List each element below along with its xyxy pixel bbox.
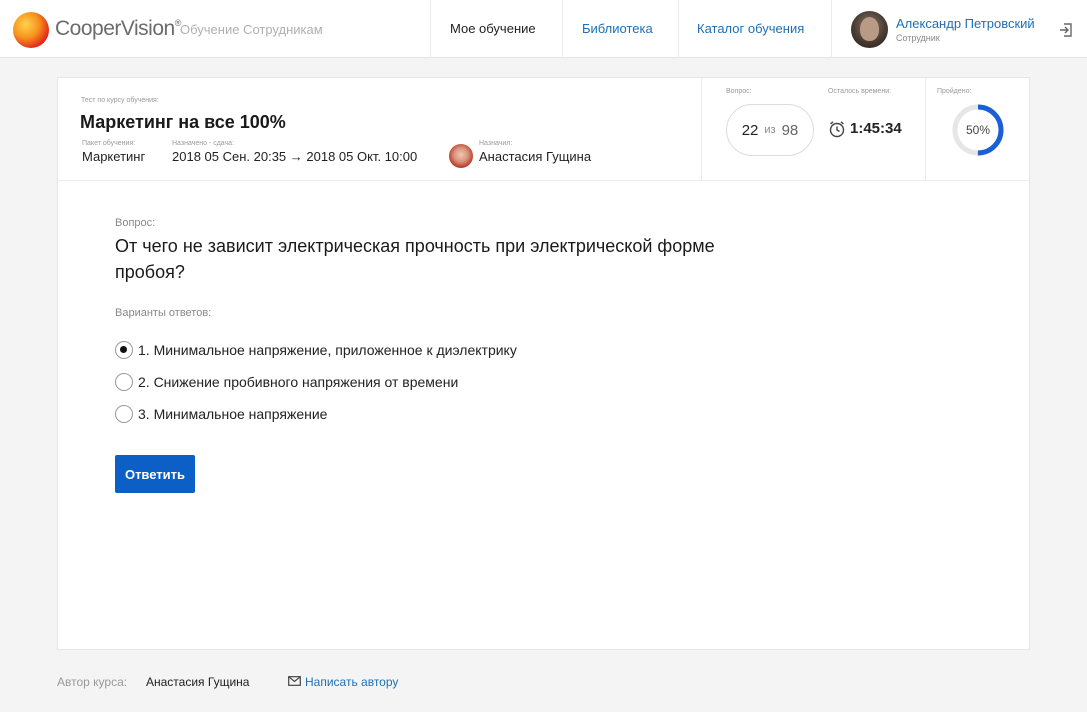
package-caption: Пакет обучения:: [82, 140, 136, 147]
logo-text[interactable]: CooperVision®: [55, 17, 181, 41]
answer-option-2[interactable]: 2. Снижение пробивного напряжения от вре…: [115, 373, 458, 391]
nav-divider: [831, 0, 832, 58]
test-summary: Тест по курсу обучения: Маркетинг на все…: [58, 78, 1029, 181]
answer-option-3[interactable]: 3. Минимальное напряжение: [115, 405, 327, 423]
nav-catalog[interactable]: Каталог обучения: [697, 21, 804, 36]
question-counter: 22 из 98: [726, 104, 814, 156]
nav-divider: [562, 0, 563, 58]
time-caption: Осталось времени:: [828, 88, 892, 95]
assigner-avatar: [449, 144, 473, 168]
question-counter-caption: Вопрос:: [726, 88, 752, 95]
write-author-link[interactable]: Написать автору: [305, 675, 398, 689]
user-role: Сотрудник: [896, 33, 940, 43]
author-caption: Автор курса:: [57, 675, 128, 689]
course-caption: Тест по курсу обучения:: [81, 97, 159, 104]
question-of: из: [764, 124, 776, 136]
clock-icon: [829, 121, 845, 138]
dates-caption: Назначено - сдача:: [172, 140, 235, 147]
course-title: Маркетинг на все 100%: [80, 112, 286, 132]
nav-divider: [430, 0, 431, 58]
assigner-caption: Назначил:: [479, 140, 513, 147]
question-text: От чего не зависит электрическая прочнос…: [115, 236, 715, 282]
question-current: 22: [741, 121, 759, 139]
answer-option-1[interactable]: 1. Минимальное напряжение, приложенное к…: [115, 341, 517, 359]
user-name[interactable]: Александр Петровский: [896, 16, 1035, 31]
nav-divider: [678, 0, 679, 58]
passed-caption: Пройдено:: [937, 88, 972, 95]
author-name: Анастасия Гущина: [146, 675, 250, 689]
brand-subtitle: Обучение Сотрудникам: [180, 22, 323, 37]
test-card: Тест по курсу обучения: Маркетинг на все…: [57, 77, 1030, 650]
assigner-name: Анастасия Гущина: [479, 149, 592, 164]
nav-library[interactable]: Библиотека: [582, 21, 653, 36]
radio-button[interactable]: [115, 341, 133, 359]
answer-label: 3. Минимальное напряжение: [138, 406, 328, 422]
logout-icon[interactable]: [1058, 22, 1074, 38]
progress-percent: 50%: [965, 123, 991, 137]
stats-divider: [701, 78, 702, 180]
answer-label: 2. Снижение пробивного напряжения от вре…: [138, 374, 459, 390]
coopervision-logo-icon[interactable]: [13, 12, 49, 48]
radio-button[interactable]: [115, 405, 133, 423]
mail-icon[interactable]: [288, 676, 301, 686]
radio-button[interactable]: [115, 373, 133, 391]
top-header: CooperVision® Обучение Сотрудникам Мое о…: [0, 0, 1087, 58]
time-left: 1:45:34: [850, 120, 902, 137]
dates-value: 2018 05 Сен. 20:35 → 2018 05 Окт. 10:00: [172, 149, 418, 164]
stats-divider: [925, 78, 926, 180]
nav-my-learning[interactable]: Мое обучение: [450, 21, 536, 36]
answer-label: 1. Минимальное напряжение, приложенное к…: [138, 342, 517, 358]
answers-caption: Варианты ответов:: [115, 307, 212, 319]
question-caption: Вопрос:: [115, 217, 156, 229]
user-avatar[interactable]: [851, 11, 888, 48]
package-value: Маркетинг: [82, 149, 146, 164]
submit-answer-button[interactable]: Ответить: [115, 455, 195, 493]
question-total: 98: [781, 121, 799, 139]
